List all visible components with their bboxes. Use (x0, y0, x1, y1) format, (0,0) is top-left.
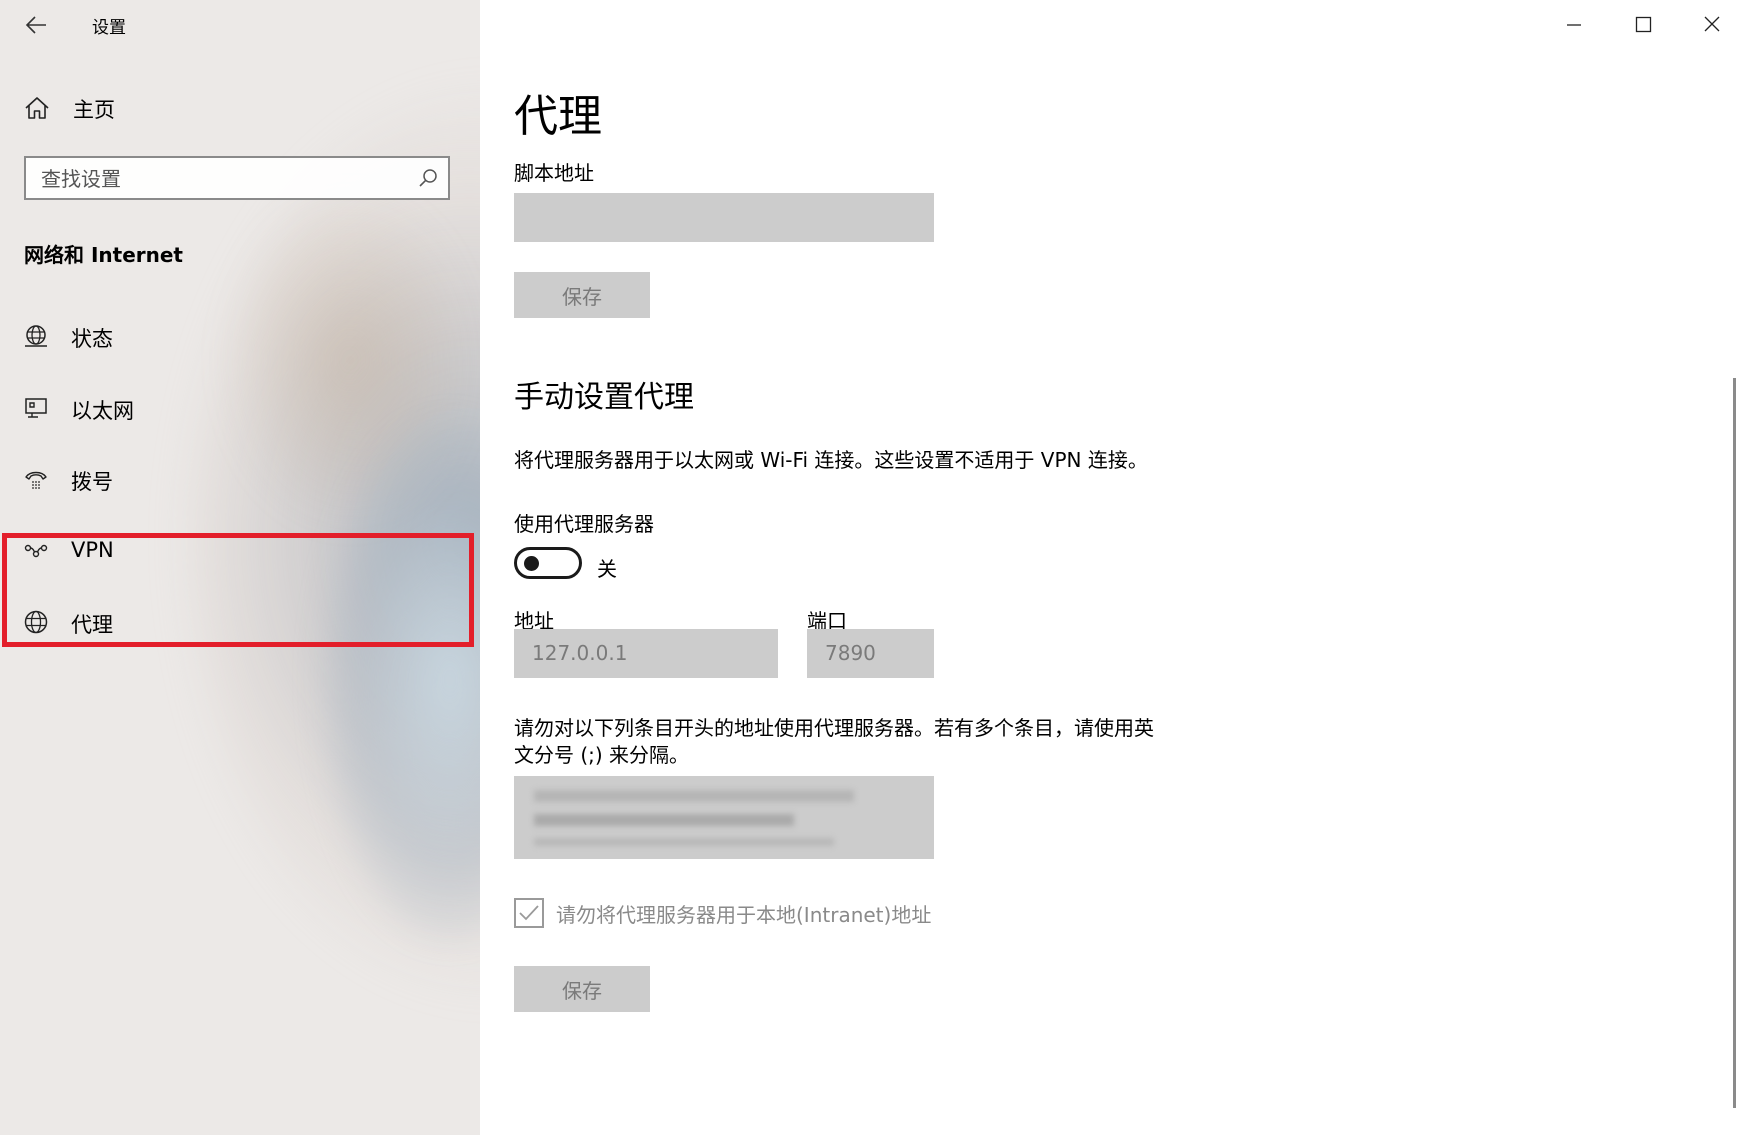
local-bypass-label: 请勿将代理服务器用于本地(Intranet)地址 (556, 903, 932, 927)
globe-status-icon (25, 325, 47, 347)
sidebar-item-label: 以太网 (71, 399, 134, 423)
sidebar-item-ethernet[interactable]: 以太网 (0, 383, 478, 433)
dialup-icon (25, 471, 47, 489)
back-arrow-icon (25, 16, 46, 34)
home-nav-item[interactable]: 主页 (24, 92, 324, 124)
port-input[interactable]: 7890 (807, 629, 934, 678)
page-title: 代理 (514, 91, 602, 142)
minimize-button[interactable] (1550, 2, 1598, 46)
manual-proxy-heading: 手动设置代理 (514, 380, 694, 415)
manual-proxy-description: 将代理服务器用于以太网或 Wi-Fi 连接。这些设置不适用于 VPN 连接。 (514, 448, 1148, 472)
close-button[interactable] (1688, 2, 1736, 46)
manual-save-button[interactable]: 保存 (514, 966, 650, 1012)
use-proxy-toggle[interactable] (514, 547, 582, 579)
sidebar-item-label: 状态 (71, 327, 113, 351)
address-input[interactable]: 127.0.0.1 (514, 629, 778, 678)
maximize-button[interactable] (1619, 2, 1667, 46)
sidebar-item-dialup[interactable]: 拨号 (0, 454, 478, 504)
home-label: 主页 (73, 98, 115, 122)
ethernet-icon (25, 398, 47, 418)
use-proxy-label: 使用代理服务器 (514, 512, 654, 536)
back-button[interactable] (20, 10, 54, 40)
sidebar-item-label: 拨号 (71, 470, 113, 494)
app-title: 设置 (92, 18, 126, 38)
script-address-input[interactable] (514, 193, 934, 242)
home-icon (25, 97, 49, 119)
sidebar-item-status[interactable]: 状态 (0, 311, 478, 361)
exceptions-description-line1: 请勿对以下列条目开头的地址使用代理服务器。若有多个条目，请使用英 (514, 716, 1154, 740)
exceptions-textarea[interactable] (514, 776, 934, 859)
local-bypass-checkbox[interactable] (514, 898, 544, 928)
toggle-state-label: 关 (597, 557, 617, 581)
close-icon (1704, 16, 1720, 32)
maximize-icon (1635, 16, 1652, 33)
section-title: 网络和 Internet (24, 243, 183, 267)
search-box[interactable] (24, 156, 450, 200)
script-address-label: 脚本地址 (514, 161, 594, 185)
minimize-icon (1567, 24, 1581, 26)
highlight-box (2, 533, 474, 647)
script-save-button[interactable]: 保存 (514, 272, 650, 318)
exceptions-description-line2: 文分号 (;) 来分隔。 (514, 743, 690, 767)
checkmark-icon (519, 905, 539, 921)
search-input[interactable] (26, 158, 413, 200)
sidebar: 设置 主页 网络和 Internet 状态 (0, 0, 480, 1135)
search-icon[interactable] (418, 168, 438, 188)
toggle-knob (524, 556, 539, 571)
scrollbar[interactable] (1733, 378, 1736, 1108)
